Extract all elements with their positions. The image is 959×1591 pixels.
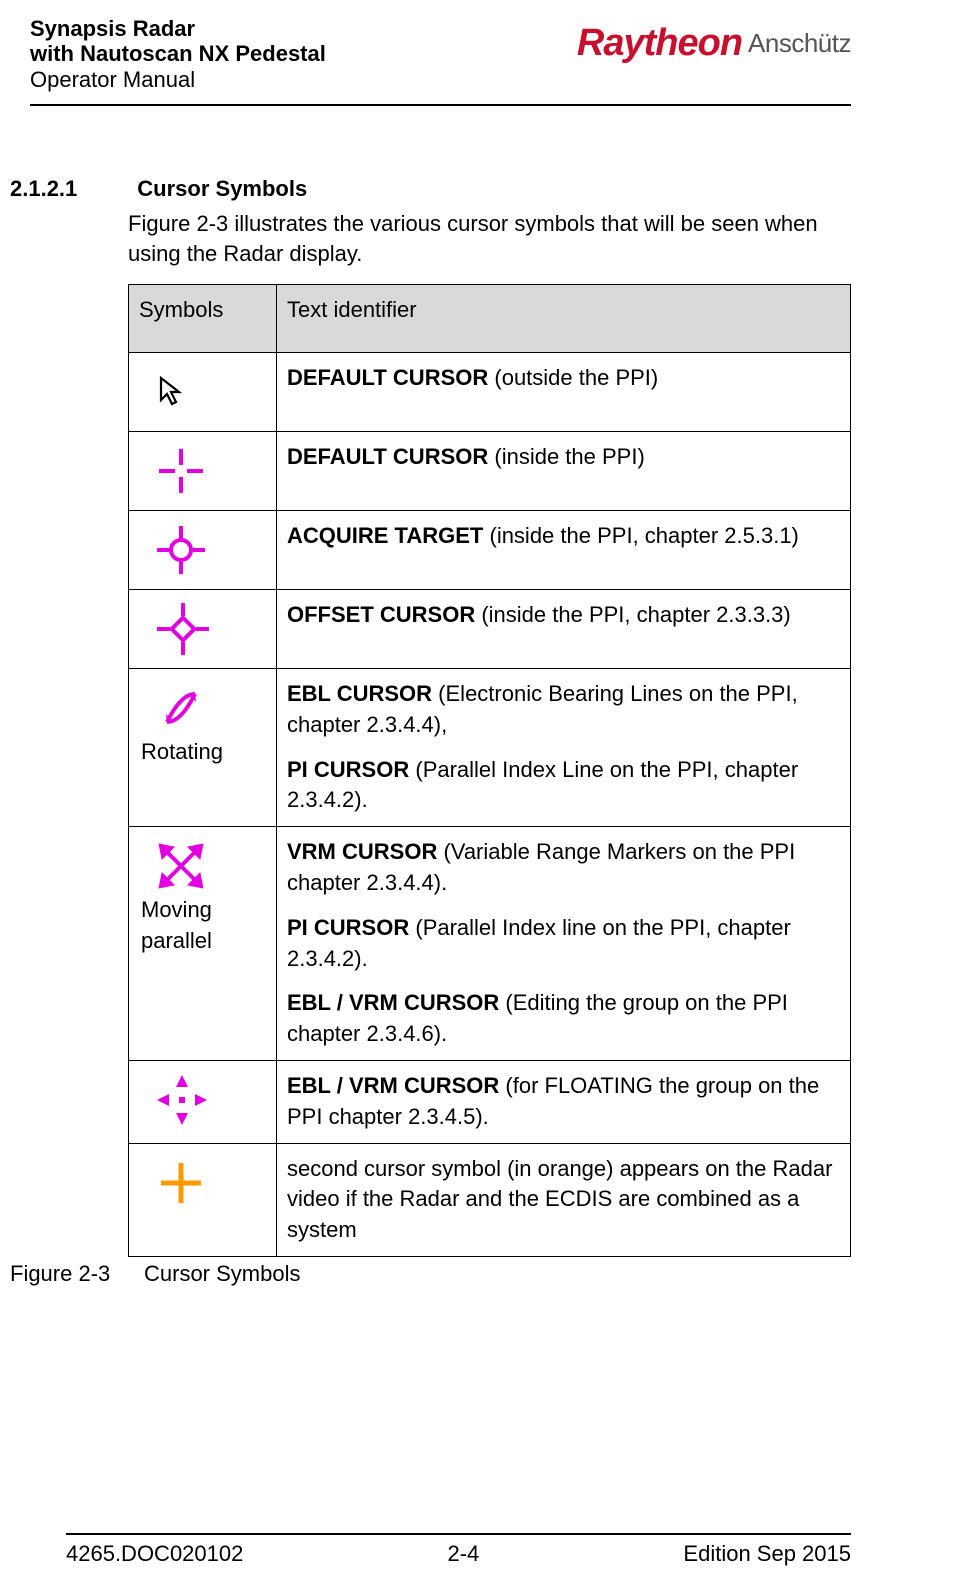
table-row: second cursor symbol (in orange) appears… <box>129 1143 851 1256</box>
page-footer: 4265.DOC020102 2-4 Edition Sep 2015 <box>2 1533 851 1567</box>
title-line-1: Synapsis Radar <box>30 16 326 41</box>
table-row: OFFSET CURSOR (inside the PPI, chapter 2… <box>129 590 851 669</box>
move-floating-icon <box>155 1071 266 1129</box>
title-line-2: with Nautoscan NX Pedestal <box>30 41 326 66</box>
icon-caption: Rotating <box>141 737 266 768</box>
brand-logo: Raytheon Anschütz <box>577 22 851 65</box>
row-desc: EBL CURSOR (Electronic Bearing Lines on … <box>277 669 851 827</box>
move-parallel-icon <box>155 837 266 895</box>
footer-page-num: 2-4 <box>447 1541 479 1567</box>
doc-title: Synapsis Radar with Nautoscan NX Pedesta… <box>30 16 326 92</box>
page-header: Synapsis Radar with Nautoscan NX Pedesta… <box>30 18 851 92</box>
row-desc: ACQUIRE TARGET (inside the PPI, chapter … <box>277 511 851 590</box>
row-desc: second cursor symbol (in orange) appears… <box>277 1143 851 1256</box>
raytheon-logo-text: Raytheon <box>577 22 742 65</box>
section-heading: 2.1.2.1 Cursor Symbols <box>10 174 851 205</box>
offset-cursor-icon <box>155 600 266 658</box>
symbols-table: Symbols Text identifier DEFAULT <box>128 284 851 1257</box>
footer-edition: Edition Sep 2015 <box>683 1541 851 1567</box>
table-row: DEFAULT CURSOR (inside the PPI) <box>129 432 851 511</box>
table-row: EBL / VRM CURSOR (for FLOATING the group… <box>129 1061 851 1144</box>
row-desc: VRM CURSOR (Variable Range Markers on th… <box>277 827 851 1061</box>
acquire-target-icon <box>155 521 266 579</box>
header-divider <box>30 104 851 106</box>
default-cursor-inside-icon <box>155 442 266 500</box>
row-desc: EBL / VRM CURSOR (for FLOATING the group… <box>277 1061 851 1144</box>
rotating-cursor-icon <box>155 679 266 737</box>
footer-divider <box>66 1533 851 1535</box>
table-row: Moving parallel VRM CURSOR (Variable Ran… <box>129 827 851 1061</box>
section-number: 2.1.2.1 <box>10 174 77 205</box>
table-row: DEFAULT CURSOR (outside the PPI) <box>129 353 851 432</box>
table-row: Rotating EBL CURSOR (Electronic Bearing … <box>129 669 851 827</box>
title-line-3: Operator Manual <box>30 67 326 92</box>
col-head-symbols: Symbols <box>129 285 277 353</box>
default-cursor-outside-icon <box>155 363 266 421</box>
orange-plus-icon <box>155 1154 266 1212</box>
icon-caption: Moving parallel <box>141 895 266 957</box>
figure-caption: Figure 2-3Cursor Symbols <box>10 1259 851 1290</box>
row-desc: DEFAULT CURSOR (inside the PPI) <box>277 432 851 511</box>
section-title: Cursor Symbols <box>137 174 307 205</box>
anschutz-logo-text: Anschütz <box>748 28 851 59</box>
row-desc: DEFAULT CURSOR (outside the PPI) <box>277 353 851 432</box>
row-desc: OFFSET CURSOR (inside the PPI, chapter 2… <box>277 590 851 669</box>
footer-doc-id: 4265.DOC020102 <box>66 1541 243 1567</box>
col-head-text: Text identifier <box>277 285 851 353</box>
section-intro: Figure 2-3 illustrates the various curso… <box>128 209 851 271</box>
table-row: ACQUIRE TARGET (inside the PPI, chapter … <box>129 511 851 590</box>
